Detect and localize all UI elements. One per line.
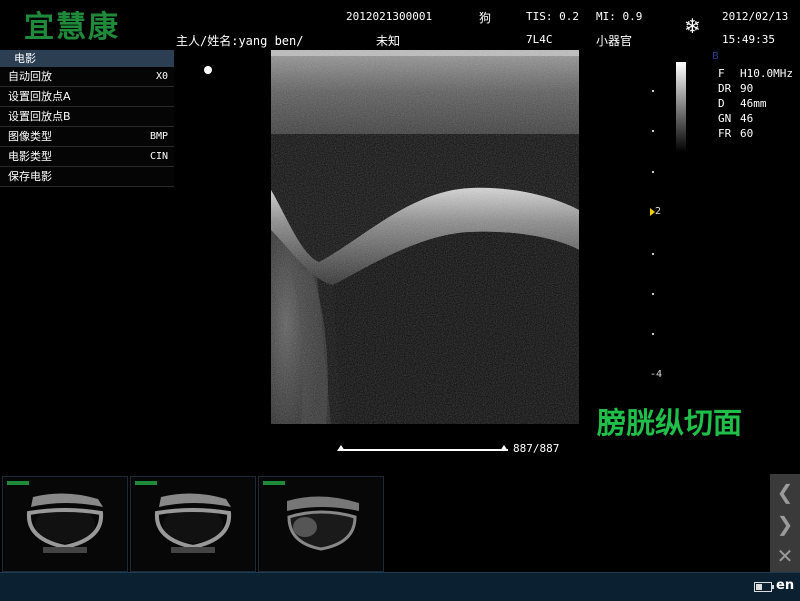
menu-item-label: 保存电影 (8, 170, 52, 183)
battery-level (756, 584, 762, 590)
menu-item-value: BMP (149, 131, 168, 142)
depth-tick (652, 333, 654, 335)
snowflake-icon[interactable]: ❄ (684, 14, 701, 38)
ultrasound-image[interactable] (271, 50, 579, 424)
param-row: F H10.0MHz (718, 67, 793, 80)
depth-tick (652, 171, 654, 173)
cine-progress-bar[interactable] (340, 449, 508, 451)
menu-item-label: 电影类型 (8, 150, 52, 163)
probe-label: 7L4C (526, 33, 553, 46)
sex-label: 未知 (376, 34, 401, 48)
thumbnail-2[interactable] (130, 476, 256, 572)
depth-tick (652, 90, 654, 92)
menu-item-label: 设置回放点B (8, 110, 71, 123)
param-key: D (718, 97, 725, 110)
cine-menu: 电影 自动回放 X0 设置回放点A 设置回放点B 图像类型 BMP 电影类型 C… (0, 50, 174, 187)
language-indicator[interactable]: en (776, 578, 794, 593)
battery-icon (754, 582, 774, 592)
param-value: 60 (740, 127, 754, 140)
mi-value: MI: 0.9 (596, 10, 643, 23)
menu-item-label: 自动回放 (8, 70, 52, 83)
thumbnail-image (131, 477, 255, 571)
param-row: FR 60 (718, 127, 753, 140)
depth-label-4: -4 (650, 369, 663, 380)
menu-item-value: CIN (149, 151, 168, 162)
param-key: F (718, 67, 725, 80)
menu-item-auto-replay[interactable]: 自动回放 X0 (0, 67, 174, 87)
status-bar: en (0, 572, 800, 601)
param-value: 46mm (740, 97, 767, 110)
chevron-right-icon[interactable]: ❯ (770, 508, 800, 540)
menu-item-save-cine[interactable]: 保存电影 (0, 167, 174, 187)
grayscale-bar (676, 62, 686, 152)
species-label: 狗 (479, 11, 492, 25)
menu-item-cine-type[interactable]: 电影类型 CIN (0, 147, 174, 167)
ultrasound-scan-svg (271, 50, 579, 424)
depth-label-2: 2 (655, 206, 662, 217)
mode-label: B (712, 51, 719, 62)
owner-name: 主人/姓名:yang ben/ (176, 34, 304, 48)
date-display: 2012/02/13 (722, 10, 789, 23)
param-value: H10.0MHz (740, 67, 793, 80)
menu-item-image-type[interactable]: 图像类型 BMP (0, 127, 174, 147)
exam-type: 小器官 (596, 34, 633, 48)
thumbnail-1[interactable] (2, 476, 128, 572)
param-row: DR 90 (718, 82, 753, 95)
patient-id: 2012021300001 (346, 10, 433, 23)
param-row: GN 46 (718, 112, 753, 125)
annotation-text[interactable]: 膀胱纵切面 (597, 400, 742, 442)
chevron-left-icon[interactable]: ❮ (770, 476, 800, 508)
thumbnail-strip (0, 474, 770, 572)
param-key: GN (718, 112, 732, 125)
param-key: DR (718, 82, 732, 95)
thumbnail-nav: ❮ ❯ ✕ (770, 474, 800, 572)
tis-value: TIS: 0.2 (526, 10, 579, 23)
cine-frame-counter: 887/887 (513, 442, 560, 455)
brand-logo: 宜慧康 (24, 10, 120, 45)
param-key: FR (718, 127, 732, 140)
param-row: D 46mm (718, 97, 767, 110)
depth-tick (652, 130, 654, 132)
cine-start-marker[interactable] (337, 445, 345, 451)
thumbnail-image (259, 477, 383, 571)
param-value: 46 (740, 112, 754, 125)
cine-menu-title: 电影 (0, 50, 174, 67)
header-bar: 宜慧康 2012021300001 狗 TIS: 0.2 MI: 0.9 ❄ 2… (0, 0, 800, 48)
thumbnail-image (3, 477, 127, 571)
menu-item-label: 图像类型 (8, 130, 52, 143)
param-value: 90 (740, 82, 754, 95)
menu-item-set-point-b[interactable]: 设置回放点B (0, 107, 174, 127)
depth-tick (652, 293, 654, 295)
menu-item-label: 设置回放点A (8, 90, 71, 103)
menu-item-value: X0 (155, 71, 168, 82)
menu-item-set-point-a[interactable]: 设置回放点A (0, 87, 174, 107)
close-icon[interactable]: ✕ (770, 540, 800, 572)
cine-end-marker[interactable] (500, 445, 508, 451)
depth-tick (652, 253, 654, 255)
trackball-cursor (204, 66, 212, 74)
thumbnail-3[interactable] (258, 476, 384, 572)
time-display: 15:49:35 (722, 33, 775, 46)
